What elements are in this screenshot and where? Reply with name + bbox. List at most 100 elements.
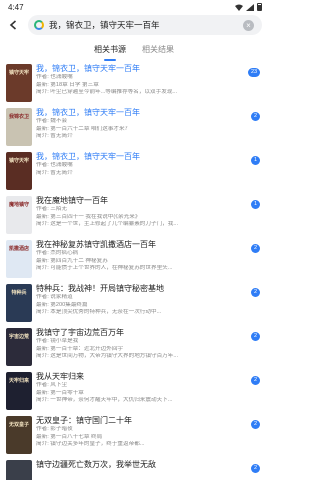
source-count-badge: 2 — [251, 332, 260, 341]
book-list-item[interactable]: 凯撒酒店 我在神秘复苏镇守凯撒酒店一百年 作者: 杰的疯心病 最新: 第四百九十二 神… — [0, 238, 268, 282]
book-cover: 凯撒酒店 — [6, 240, 32, 278]
book-intro: 简介: 叶尘已穿越至今前年...等编推荐等名，以双手发现... — [36, 89, 178, 96]
book-title: 镇守边疆死亡数万次，我举世无敌 — [36, 460, 156, 469]
cover-title: 宇宙边荒 — [8, 334, 29, 340]
cover-title: 凯撒酒店 — [8, 246, 29, 252]
book-info: 我在魔地镇守一百年 作者: 三陌无 最新: 第三百四十一 我在我说中(《余光来》 简介… — [36, 195, 242, 229]
signal-icon — [246, 3, 254, 11]
book-intro: 简介: 这是一个世，主上修起了几个编纂素的刀子门，我... — [36, 221, 179, 228]
book-info: 镇守边疆死亡数万次，我举世无敌 — [36, 459, 242, 470]
book-list-item[interactable]: 我锦衣卫 我，锦衣卫，镇守天牢一百年 作者: 魏不会 最新: 第一百六十二章 咱们这事… — [0, 106, 268, 150]
book-latest-chapter: 最新: 第三百四十一 我在我说中(《余光来》 — [36, 213, 141, 220]
cover-title: 镇守天牢 — [8, 70, 29, 76]
book-latest-chapter: 最新: 第200集最终篇 — [36, 301, 88, 308]
cover-title: 魔地镇守 — [8, 202, 29, 208]
source-count-badge: 1 — [251, 200, 260, 209]
cover-title: 镇守天牢 — [8, 158, 29, 164]
book-title: 我，锦衣卫，镇守天牢一百年 — [36, 108, 140, 117]
book-info: 我，锦衣卫，镇守天牢一百年 作者: 也潇酸嘴 最新: 第18章 日学 第三章 简介:… — [36, 63, 242, 97]
book-info: 我，锦衣卫，镇守天牢一百年 作者: 也潇酸嘴 简介: 暂无简介 — [36, 151, 242, 177]
book-list-item[interactable]: 宇宙边荒 我镇守了宇宙边荒百万年 作者: 镜小草是我 最新: 第一百十章：近北开边外回… — [0, 326, 268, 370]
source-count-badge: 2 — [251, 464, 260, 473]
book-cover: 魔地镇守 — [6, 196, 32, 234]
source-count-badge: 1 — [251, 156, 260, 165]
status-time: 4:47 — [8, 2, 24, 12]
tab-related-sources[interactable]: 相关书源 — [94, 44, 126, 60]
book-intro: 简介: 本是顶尖优秀的特种兵，无奈在一次行动中... — [36, 309, 162, 316]
book-info: 我镇守了宇宙边荒百万年 作者: 镜小草是我 最新: 第一百十章：近北开边外回宇 简介:… — [36, 327, 242, 361]
book-title: 我在魔地镇守一百年 — [36, 196, 108, 205]
source-count-badge: 2 — [251, 112, 260, 121]
source-count-badge: 2 — [251, 376, 260, 385]
book-author: 作者: 说家精道 — [36, 294, 73, 300]
search-row: 我，锦衣卫，镇守天牢一百年 × — [0, 14, 268, 36]
book-author: 作者: 风下尘 — [36, 382, 68, 388]
book-cover: 天牢归来 — [6, 372, 32, 410]
book-cover: 镇守天牢 — [6, 64, 32, 102]
book-latest-chapter: 最新: 第18章 日学 第三章 — [36, 81, 99, 88]
book-title: 我镇守了宇宙边荒百万年 — [36, 328, 124, 337]
book-latest-chapter: 最新: 第一百八十七章 终局 — [36, 433, 103, 440]
book-cover — [6, 460, 32, 480]
source-count-badge: 2 — [251, 244, 260, 253]
book-author: 作者: 也潇酸嘴 — [36, 74, 73, 80]
book-intro: 简介: 暂无简介 — [36, 133, 73, 140]
clear-search-button[interactable]: × — [243, 19, 254, 31]
book-title: 我在神秘复苏镇守凯撒酒店一百年 — [36, 240, 156, 249]
book-cover: 无双皇子 — [6, 416, 32, 454]
result-tabs: 相关书源 相关结果 — [0, 44, 268, 60]
book-list-item[interactable]: 天牢归来 我从天牢归来 作者: 风下尘 最新: 第一百零十章 简介: 一世神帝，奈何才醒… — [0, 370, 268, 414]
tab-related-results[interactable]: 相关结果 — [142, 44, 174, 60]
status-icons — [235, 3, 262, 11]
source-count-badge: 2 — [251, 420, 260, 429]
back-button[interactable] — [4, 16, 22, 34]
book-list-item[interactable]: 魔地镇守 我在魔地镇守一百年 作者: 三陌无 最新: 第三百四十一 我在我说中(《余光… — [0, 194, 268, 238]
book-title: 特种兵：我战神！开局镇守秘密基地 — [36, 284, 164, 293]
book-title: 我从天牢归来 — [36, 372, 84, 381]
book-latest-chapter: 最新: 第一百六十二章 咱们这事才来？ — [36, 125, 131, 132]
book-cover: 宇宙边荒 — [6, 328, 32, 366]
search-query[interactable]: 我，锦衣卫，镇守天牢一百年 — [49, 19, 243, 31]
book-info: 我在神秘复苏镇守凯撒酒店一百年 作者: 杰的疯心病 最新: 第四百九十二 神秘复苏简… — [36, 239, 242, 273]
app-logo-icon — [34, 20, 44, 30]
book-list-item[interactable]: 镇守天牢 我，锦衣卫，镇守天牢一百年 作者: 也潇酸嘴 最新: 第18章 日学 第三章… — [0, 62, 268, 106]
cover-title: 天牢归来 — [8, 378, 29, 384]
book-author: 作者: 魏不会 — [36, 118, 68, 124]
book-intro: 简介: 这是世间万物，大帝为镇守大界的地方镇守百万年... — [36, 353, 179, 360]
book-info: 无双皇子：镇守国门二十年 作者: 影子暗夜 最新: 第一百八十七章 终局 简介: 镇守… — [36, 415, 242, 449]
book-intro: 简介: 一世神帝，奈何才醒天牢中，大仇归来震动天下... — [36, 397, 173, 404]
book-intro: 简介: 镇守边关多年的皇子，终于重返帝都... — [36, 441, 145, 448]
book-info: 特种兵：我战神！开局镇守秘密基地 作者: 说家精道 最新: 第200集最终篇 简介: … — [36, 283, 242, 317]
book-title: 无双皇子：镇守国门二十年 — [36, 416, 132, 425]
book-list-item[interactable]: 镇守天牢 我，锦衣卫，镇守天牢一百年 作者: 也潇酸嘴 简介: 暂无简介 1 — [0, 150, 268, 194]
book-author: 作者: 镜小草是我 — [36, 338, 79, 344]
book-cover: 我锦衣卫 — [6, 108, 32, 146]
book-info: 我，锦衣卫，镇守天牢一百年 作者: 魏不会 最新: 第一百六十二章 咱们这事才来？简… — [36, 107, 242, 141]
cover-title: 无双皇子 — [8, 422, 29, 428]
book-latest-chapter: 最新: 第四百九十二 神秘复苏 — [36, 257, 108, 264]
cover-title: 特种兵 — [11, 290, 27, 296]
back-arrow-icon — [9, 20, 17, 30]
book-author: 作者: 三陌无 — [36, 206, 68, 212]
book-list-item[interactable]: 无双皇子 无双皇子：镇守国门二十年 作者: 影子暗夜 最新: 第一百八十七章 终局 简介… — [0, 414, 268, 458]
wifi-icon — [235, 4, 243, 11]
book-cover: 特种兵 — [6, 284, 32, 322]
book-title: 我，锦衣卫，镇守天牢一百年 — [36, 152, 140, 161]
book-author: 作者: 影子暗夜 — [36, 426, 73, 432]
book-list-item[interactable]: 镇守边疆死亡数万次，我举世无敌 2 — [0, 458, 268, 480]
book-list-item[interactable]: 特种兵 特种兵：我战神！开局镇守秘密基地 作者: 说家精道 最新: 第200集最终篇简… — [0, 282, 268, 326]
book-cover: 镇守天牢 — [6, 152, 32, 190]
book-intro: 简介: 暂无简介 — [36, 169, 73, 176]
book-info: 我从天牢归来 作者: 风下尘 最新: 第一百零十章 简介: 一世神帝，奈何才醒天牢中，… — [36, 371, 242, 405]
book-intro: 简介: 可能惯于上个世界的人，在神秘复苏的世界里头... — [36, 265, 173, 272]
search-input[interactable]: 我，锦衣卫，镇守天牢一百年 × — [28, 15, 262, 35]
book-author: 作者: 杰的疯心病 — [36, 250, 79, 256]
source-count-badge: 2 — [251, 288, 260, 297]
source-count-badge: 23 — [248, 68, 260, 77]
book-title: 我，锦衣卫，镇守天牢一百年 — [36, 64, 140, 73]
book-latest-chapter: 最新: 第一百零十章 — [36, 389, 84, 396]
cover-title: 我锦衣卫 — [8, 114, 29, 120]
battery-icon — [257, 3, 262, 11]
status-bar: 4:47 — [0, 0, 268, 14]
book-author: 作者: 也潇酸嘴 — [36, 162, 73, 168]
